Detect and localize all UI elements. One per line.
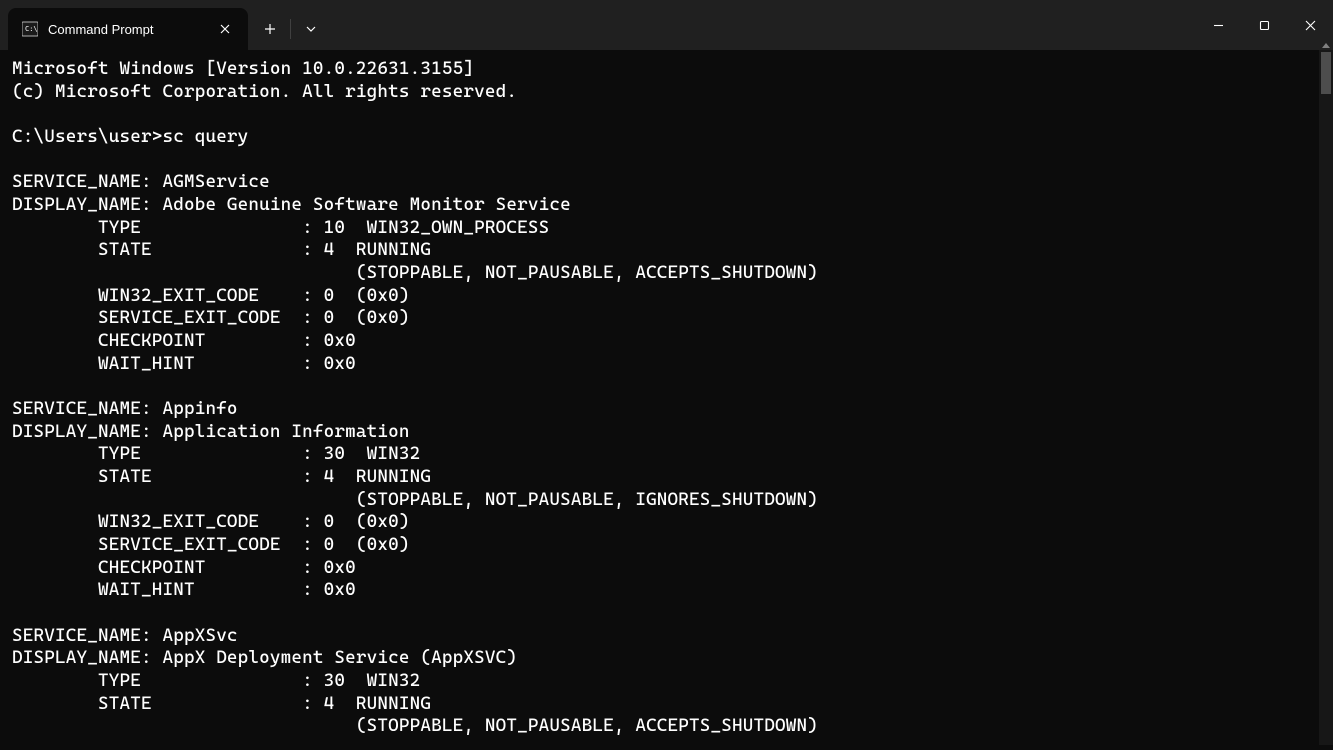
title-bar: C:\ Command Prompt [0,0,1333,50]
tab-title: Command Prompt [48,22,202,37]
terminal-output: Microsoft Windows [Version 10.0.22631.31… [0,50,1333,746]
chevron-down-icon [306,26,316,32]
close-icon [1305,20,1316,31]
maximize-icon [1259,20,1270,31]
scrollbar[interactable] [1319,50,1333,745]
scroll-up-arrow-icon[interactable] [1319,38,1333,52]
minimize-icon [1213,20,1224,31]
titlebar-drag-area[interactable] [329,0,1195,50]
plus-icon [264,23,276,35]
tab-command-prompt[interactable]: C:\ Command Prompt [8,8,248,50]
new-tab-button[interactable] [252,11,288,47]
window-controls [1195,0,1333,50]
tab-close-button[interactable] [212,16,238,42]
close-icon [220,24,230,34]
cmd-icon: C:\ [22,21,38,37]
minimize-button[interactable] [1195,0,1241,50]
maximize-button[interactable] [1241,0,1287,50]
scrollbar-thumb[interactable] [1321,52,1331,94]
tab-controls [252,8,329,50]
terminal-area[interactable]: Microsoft Windows [Version 10.0.22631.31… [0,50,1333,750]
divider [290,19,291,39]
svg-text:C:\: C:\ [25,25,38,33]
tab-dropdown-button[interactable] [293,11,329,47]
